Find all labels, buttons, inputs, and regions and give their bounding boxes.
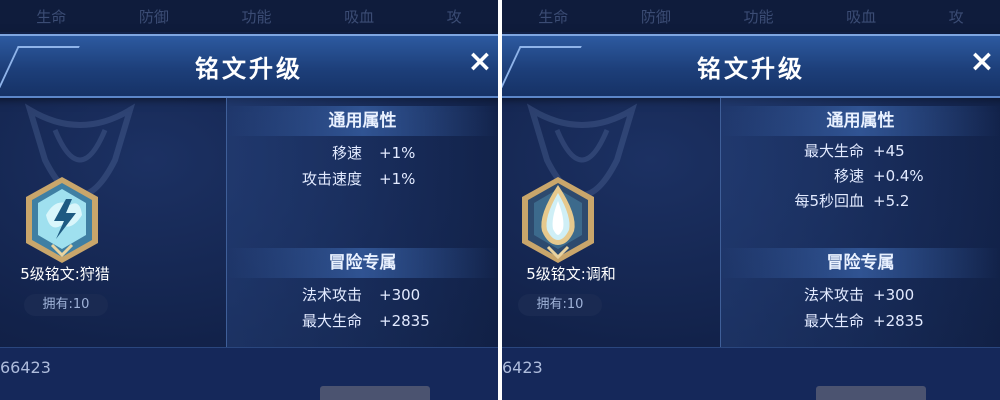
bg-tab: 功能 [743,7,774,26]
action-button-edge[interactable] [816,386,926,400]
dialog-title: 铭文升级 [697,55,805,83]
attribute-row: 法术攻击 +300 [721,283,1000,307]
general-attributes-header: 通用属性 [227,106,498,136]
attribute-column: 通用属性 最大生命 +45 移速 +0.4% 每5秒回血 +5.2 冒险专属 法… [720,98,1000,348]
bg-tab: 攻 [948,7,964,26]
attribute-row: 移速 +1% [227,141,498,165]
close-button[interactable]: × [466,42,494,82]
attribute-label: 移速 [331,144,362,162]
bg-tab: 生命 [36,7,67,26]
screenshot-compare: 生命 防御 功能 吸血 攻 铭文升级 × 5级铭文:狩猎 拥有:10 通用属性 [0,0,1000,400]
attribute-value: +300 [873,286,915,304]
currency-amount: 66423 [0,358,51,377]
attribute-label: 法术攻击 [301,286,362,304]
attribute-row: 每5秒回血 +5.2 [721,189,1000,213]
rune-upgrade-panel-right: 生命 防御 功能 吸血 攻 铭文升级 × 5级铭文:调和 拥有:10 通用属性 … [502,0,1000,400]
background-tab-strip: 生命 防御 功能 吸血 攻 [502,0,1000,32]
attribute-value: +300 [379,286,421,304]
bottom-bar: 6423 [502,347,1000,400]
attribute-label: 移速 [833,167,864,185]
bg-tab: 功能 [241,7,272,26]
attribute-row: 移速 +0.4% [721,164,1000,188]
attribute-label: 每5秒回血 [794,192,864,210]
adventure-attributes-header: 冒险专属 [721,248,1000,278]
attribute-row: 法术攻击 +300 [227,283,498,307]
attribute-label: 法术攻击 [803,286,864,304]
bg-tab: 攻 [446,7,462,26]
attribute-label: 攻击速度 [301,170,362,188]
bg-tab: 吸血 [846,7,877,26]
general-attributes-header: 通用属性 [721,106,1000,136]
attribute-row: 最大生命 +45 [721,139,1000,163]
attribute-value: +0.4% [873,167,924,185]
attribute-label: 最大生命 [301,312,362,330]
background-tab-strip: 生命 防御 功能 吸血 攻 [0,0,498,32]
lightning-rune-icon [26,177,98,263]
rune-upgrade-panel-left: 生命 防御 功能 吸血 攻 铭文升级 × 5级铭文:狩猎 拥有:10 通用属性 [0,0,498,400]
bg-tab: 防御 [138,7,169,26]
attribute-value: +1% [379,170,416,188]
bg-tab: 防御 [640,7,671,26]
attribute-row: 最大生命 +2835 [721,309,1000,333]
currency-amount: 6423 [502,358,543,377]
close-button[interactable]: × [968,42,996,82]
action-button-edge[interactable] [320,386,430,400]
bg-tab: 吸血 [344,7,375,26]
attribute-value: +45 [873,142,905,160]
attribute-label: 最大生命 [803,312,864,330]
owned-count-badge: 拥有:10 [24,294,108,316]
adventure-attributes-header: 冒险专属 [227,248,498,278]
owned-count-badge: 拥有:10 [518,294,602,316]
attribute-value: +5.2 [873,192,910,210]
rune-name: 5级铭文:狩猎 [20,265,110,283]
teardrop-rune-icon [522,177,594,263]
bottom-bar: 66423 [0,347,498,400]
rune-name: 5级铭文:调和 [526,265,616,283]
title-bar: 铭文升级 × [0,34,498,98]
attribute-value: +2835 [379,312,430,330]
attribute-value: +1% [379,144,416,162]
title-bar: 铭文升级 × [502,34,1000,98]
attribute-row: 最大生命 +2835 [227,309,498,333]
attribute-label: 最大生命 [803,142,864,160]
attribute-column: 通用属性 移速 +1% 攻击速度 +1% 冒险专属 法术攻击 +300 最大生命… [226,98,498,348]
attribute-value: +2835 [873,312,924,330]
bg-tab: 生命 [538,7,569,26]
attribute-row: 攻击速度 +1% [227,167,498,191]
dialog-title: 铭文升级 [195,55,303,83]
